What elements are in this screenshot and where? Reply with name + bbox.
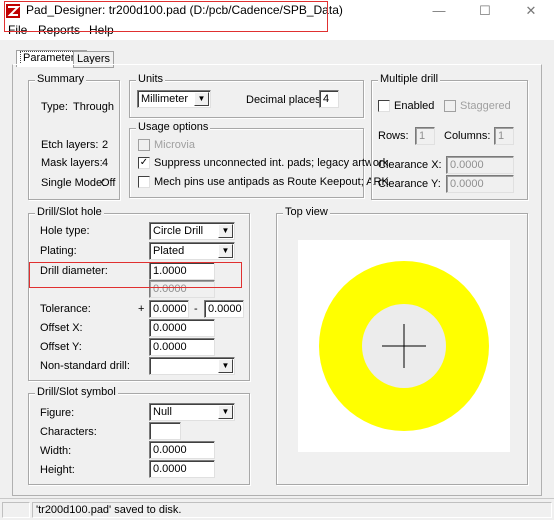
offset-y-label: Offset Y:: [40, 341, 82, 353]
plating-select[interactable]: Plated ▼: [149, 242, 235, 260]
rows-input[interactable]: 1: [415, 127, 435, 145]
figure-label: Figure:: [40, 407, 75, 419]
hole-type-value: Circle Drill: [153, 225, 204, 237]
decimal-places-label: Decimal places:: [246, 94, 324, 106]
clearance-y-input[interactable]: 0.0000: [446, 175, 514, 193]
mech-pins-label: Mech pins use antipads as Route Keepout;…: [154, 176, 389, 188]
single-mode-value: Off: [101, 177, 116, 189]
microvia-checkbox[interactable]: [138, 139, 150, 151]
plating-label: Plating:: [40, 245, 77, 257]
type-label: Type:: [41, 101, 68, 113]
tolerance-label: Tolerance:: [40, 303, 91, 315]
width-label: Width:: [40, 445, 72, 457]
tolerance-plus-sign: +: [138, 303, 145, 315]
pad-preview: [298, 240, 510, 452]
maximize-button[interactable]: ☐: [462, 0, 508, 22]
usage-options-group: Usage options Microvia ✓ Suppress unconn…: [129, 121, 389, 198]
columns-label: Columns:: [444, 130, 491, 142]
microvia-label: Microvia: [154, 139, 195, 151]
suppress-checkbox[interactable]: ✓: [138, 157, 150, 169]
highlight-box-drill-diameter: [29, 262, 242, 288]
clearance-x-label: Clearance X:: [378, 159, 442, 171]
staggered-checkbox[interactable]: [444, 100, 456, 112]
chevron-down-icon: ▼: [218, 405, 233, 419]
mech-pins-checkbox[interactable]: [138, 176, 150, 188]
offset-y-input[interactable]: 0.0000: [149, 338, 215, 356]
decimal-places-input[interactable]: 4: [319, 90, 339, 108]
figure-select[interactable]: Null ▼: [149, 403, 235, 421]
summary-legend: Summary: [35, 73, 87, 85]
non-standard-drill-select[interactable]: ▼: [149, 357, 235, 375]
usage-options-legend: Usage options: [136, 121, 211, 133]
rows-label: Rows:: [378, 130, 409, 142]
drill-slot-hole-legend: Drill/Slot hole: [35, 206, 104, 218]
single-mode-label: Single Mode:: [41, 177, 106, 189]
staggered-label: Staggered: [460, 100, 511, 112]
chevron-down-icon: ▼: [218, 224, 233, 238]
hole-type-label: Hole type:: [40, 225, 90, 237]
clearance-x-input[interactable]: 0.0000: [446, 156, 514, 174]
units-select-value: Millimeter: [141, 93, 189, 105]
offset-x-input[interactable]: 0.0000: [149, 319, 215, 337]
drill-slot-symbol-legend: Drill/Slot symbol: [35, 386, 118, 398]
tolerance-minus-input[interactable]: 0.0000: [204, 300, 244, 318]
type-value: Through: [73, 101, 114, 113]
enabled-checkbox[interactable]: [378, 100, 390, 112]
multiple-drill-legend: Multiple drill: [378, 73, 441, 85]
height-label: Height:: [40, 464, 75, 476]
status-grip: [2, 502, 30, 518]
mask-layers-label: Mask layers:: [41, 157, 103, 169]
etch-layers-value: 2: [102, 139, 109, 151]
drill-slot-symbol-group: Drill/Slot symbol Figure: Null ▼ Charact…: [28, 386, 250, 485]
chevron-down-icon: ▼: [194, 92, 209, 106]
offset-x-label: Offset X:: [40, 322, 83, 334]
close-button[interactable]: ✕: [508, 0, 554, 22]
chevron-down-icon: ▼: [218, 359, 233, 373]
status-message: 'tr200d100.pad' saved to disk.: [32, 502, 552, 518]
suppress-label: Suppress unconnected int. pads; legacy a…: [154, 157, 389, 169]
minimize-button[interactable]: —: [416, 0, 462, 22]
characters-input[interactable]: [149, 422, 181, 440]
highlight-box-title: [4, 1, 328, 32]
units-select[interactable]: Millimeter ▼: [137, 90, 211, 108]
non-standard-drill-label: Non-standard drill:: [40, 360, 130, 372]
tolerance-plus-input[interactable]: 0.0000: [149, 300, 189, 318]
mask-layers-value: 4: [102, 157, 109, 169]
tolerance-minus-sign: -: [194, 303, 198, 315]
chevron-down-icon: ▼: [218, 244, 233, 258]
top-view-legend: Top view: [283, 206, 330, 218]
clearance-y-label: Clearance Y:: [378, 178, 441, 190]
figure-value: Null: [153, 406, 172, 418]
hole-type-select[interactable]: Circle Drill ▼: [149, 222, 235, 240]
etch-layers-label: Etch layers:: [41, 139, 99, 151]
units-group: Units Millimeter ▼ Decimal places: 4: [129, 73, 364, 118]
multiple-drill-group: Multiple drill Enabled Staggered Rows: 1…: [371, 73, 528, 200]
plating-value: Plated: [153, 245, 185, 257]
summary-group: Summary Type: Through Etch layers: 2 Mas…: [28, 73, 120, 200]
columns-input[interactable]: 1: [494, 127, 514, 145]
units-legend: Units: [136, 73, 166, 85]
drill-slot-hole-group: Drill/Slot hole Hole type: Circle Drill …: [28, 206, 250, 381]
width-input[interactable]: 0.0000: [149, 441, 215, 459]
height-input[interactable]: 0.0000: [149, 460, 215, 478]
enabled-label: Enabled: [394, 100, 435, 112]
characters-label: Characters:: [40, 426, 97, 438]
